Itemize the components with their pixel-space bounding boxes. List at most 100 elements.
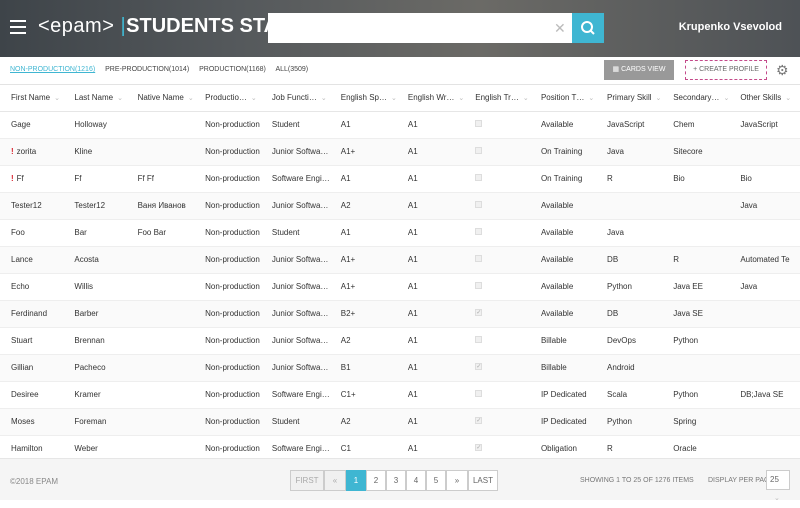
table-cell — [126, 246, 195, 274]
table-row[interactable]: Tester12 Tester12 Ваня Иванов Non-productio… — [0, 192, 800, 220]
table-cell: Junior Softwa… — [260, 273, 330, 301]
table-cell: Billable — [529, 327, 597, 355]
tab-production[interactable]: PRODUCTION(1168) — [199, 66, 266, 73]
table-row[interactable]: Desiree Kramer Non-production Software Engi… — [0, 381, 800, 409]
gear-icon[interactable]: ⚙ — [776, 62, 789, 79]
page-4-button[interactable]: 4 — [406, 470, 426, 491]
tab-all[interactable]: ALL(3509) — [275, 66, 308, 73]
user-name[interactable]: Krupenko Vsevolod — [679, 21, 782, 33]
table-cell — [126, 273, 195, 301]
chevron-down-icon[interactable]: ⌄ — [588, 95, 594, 102]
table-cell: A1 — [396, 354, 465, 382]
cards-view-button[interactable]: ▦ CARDS VIEW — [604, 60, 674, 80]
column-header[interactable]: Secondary… ⌄ — [662, 85, 730, 112]
table-row[interactable]: ! Ff Ff Ff Ff Non-production Software Engi… A1… — [0, 165, 800, 193]
table-row[interactable]: Gillian Pacheco Non-production Junior Softw… — [0, 354, 800, 382]
table-cell: ! zorita — [0, 138, 64, 166]
table-row[interactable]: Gage Holloway Non-production Student A1 A1 Ava… — [0, 111, 800, 139]
page-2-button[interactable]: 2 — [366, 470, 386, 491]
page-1-button[interactable]: 1 — [346, 470, 366, 491]
table-cell: C1+ — [329, 381, 397, 409]
page-5-button[interactable]: 5 — [426, 470, 446, 491]
table-row[interactable]: ! zorita Kline Non-production Junior Softwa…… — [0, 138, 800, 166]
table-cell: IP Dedicated — [529, 381, 597, 409]
table-cell: JavaScript — [729, 111, 800, 139]
table-cell: Acosta — [63, 246, 127, 274]
search-input[interactable] — [268, 13, 558, 43]
table-cell: A1 — [329, 111, 397, 139]
column-header[interactable]: First Name ⌄ — [0, 85, 64, 112]
footer: ©2018 EPAM FIRST « 1 2 3 4 5 » LAST SHOW… — [0, 458, 800, 502]
chevron-down-icon[interactable]: ⌄ — [785, 95, 791, 102]
clear-icon[interactable]: ✕ — [554, 20, 566, 37]
prev-page-button[interactable]: « — [324, 470, 346, 491]
table-row[interactable]: Lance Acosta Non-production Junior Softwa… A… — [0, 246, 800, 274]
table-cell: Kramer — [63, 381, 127, 409]
next-page-button[interactable]: » — [446, 470, 468, 491]
table-cell — [464, 192, 530, 220]
column-header[interactable]: Last Name ⌄ — [63, 85, 127, 112]
table-cell: A1 — [329, 165, 397, 193]
first-page-button[interactable]: FIRST — [290, 470, 324, 491]
table-row[interactable]: Ferdinand Barber Non-production Junior Soft… — [0, 300, 800, 328]
per-page-select[interactable]: 25 ⌄ — [766, 470, 790, 502]
table-cell: Available — [529, 219, 597, 247]
table-cell — [729, 219, 800, 247]
table-cell: A2 — [329, 192, 397, 220]
table-cell: A1 — [396, 219, 465, 247]
column-header[interactable]: Position T… ⌄ — [529, 85, 597, 112]
column-header[interactable]: Productio… ⌄ — [194, 85, 261, 112]
table-cell — [729, 138, 800, 166]
table-cell — [464, 111, 530, 139]
table-row[interactable]: MosesForeman Non-productionStudentA2A1 IP … — [0, 408, 800, 436]
english-training-checkbox — [475, 443, 483, 451]
chevron-down-icon[interactable]: ⌄ — [54, 95, 60, 102]
table-cell: Java EE — [662, 273, 730, 301]
table-row[interactable]: Stuart Brennan Non-production Junior Softwa… — [0, 327, 800, 355]
table-row[interactable]: Echo Willis Non-production Junior Softwa… A1… — [0, 273, 800, 301]
table-cell: Python — [596, 408, 663, 436]
chevron-down-icon[interactable]: ⌄ — [458, 95, 464, 102]
table-cell: Non-production — [194, 111, 261, 139]
column-header[interactable]: Native Name ⌄ — [126, 85, 195, 112]
chevron-down-icon[interactable]: ⌄ — [391, 95, 397, 102]
create-profile-button[interactable]: + CREATE PROFILE — [685, 60, 767, 80]
chevron-down-icon[interactable]: ⌄ — [251, 95, 257, 102]
column-header[interactable]: English Wr… ⌄ — [396, 85, 465, 112]
english-training-checkbox — [475, 308, 483, 316]
menu-icon[interactable] — [10, 20, 26, 34]
last-page-button[interactable]: LAST — [468, 470, 498, 491]
chevron-down-icon[interactable]: ⌄ — [117, 95, 123, 102]
table-cell: A1 — [396, 381, 465, 409]
column-header[interactable]: English Sp… ⌄ — [329, 85, 397, 112]
table-cell: Available — [529, 111, 597, 139]
table-cell: B1 — [329, 354, 397, 382]
table-cell: Foo Bar — [126, 219, 195, 247]
table-cell: A1 — [396, 300, 465, 328]
page-3-button[interactable]: 3 — [386, 470, 406, 491]
table-cell: Stuart — [0, 327, 64, 355]
chevron-down-icon[interactable]: ⌄ — [188, 95, 194, 102]
chevron-down-icon[interactable]: ⌄ — [321, 95, 327, 102]
table-cell: Available — [529, 300, 597, 328]
chevron-down-icon[interactable]: ⌄ — [656, 95, 662, 102]
tab-pre-production[interactable]: PRE-PRODUCTION(1014) — [105, 66, 189, 73]
chevron-down-icon[interactable]: ⌄ — [523, 95, 529, 102]
column-header[interactable]: Other Skills ⌄ — [729, 85, 800, 112]
table-cell: Gillian — [0, 354, 64, 382]
table-cell: Moses — [0, 408, 64, 436]
table-cell: Pacheco — [63, 354, 127, 382]
column-header[interactable]: English Tr… ⌄ — [464, 85, 530, 112]
english-training-checkbox — [475, 201, 483, 208]
table-cell: Non-production — [194, 192, 261, 220]
table-cell — [729, 354, 800, 382]
chevron-down-icon[interactable]: ⌄ — [723, 95, 729, 102]
table-cell: Junior Softwa… — [260, 300, 330, 328]
table-cell: R — [662, 246, 730, 274]
search-button[interactable] — [572, 13, 604, 43]
column-header[interactable]: Job Functi… ⌄ — [260, 85, 330, 112]
tab-non-production[interactable]: NON-PRODUCTION(1216) — [10, 66, 95, 73]
table-cell — [126, 381, 195, 409]
column-header[interactable]: Primary Skill ⌄ — [596, 85, 663, 112]
table-row[interactable]: Foo Bar Foo Bar Non-production Student A1 A1 Av… — [0, 219, 800, 247]
